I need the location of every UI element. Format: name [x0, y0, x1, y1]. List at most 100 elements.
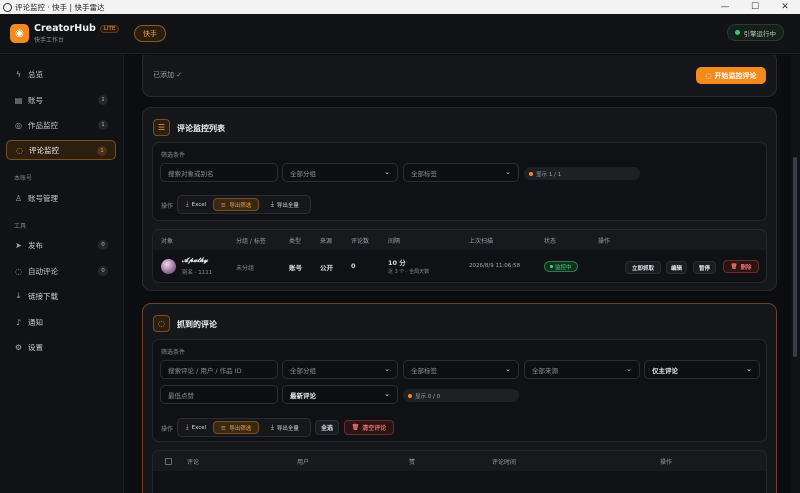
source-value: 公开 [320, 264, 333, 272]
sidebar-item-publish[interactable]: ➤ 发布 0 [6, 235, 116, 255]
filter-label: 筛选条件 [161, 152, 186, 159]
column-header: 用户 [297, 459, 310, 466]
target-name: 𝓐𝓹𝓪𝓽𝓱𝔂 [182, 256, 208, 264]
brand-name: CreatorHub [34, 23, 96, 34]
chevron-down-icon: ⌄ [384, 390, 390, 398]
comment-icon: ◌ [705, 71, 712, 80]
added-status-text: 已添加 ✓ [153, 71, 183, 79]
filter-icon: ≡ [220, 423, 227, 432]
start-monitor-button[interactable]: ◌ 开始监控评论 [696, 67, 766, 84]
user-icon: ♙ [14, 193, 23, 203]
sidebar-item-auto-comment[interactable]: ◌ 自动评论 0 [6, 261, 116, 281]
min-likes-input[interactable]: 最低点赞 [160, 385, 278, 404]
sidebar: ϟ 总览 ▤ 账号 1 ◎ 作品监控 1 ◌ 评论监控 1 本账号 ♙ 账号管理 工具 ➤ 发布 0… [0, 55, 124, 493]
count-indicator: 显示 1 / 1 [524, 167, 640, 180]
comment-count: 0 [351, 262, 356, 270]
download-icon: ⤓ [271, 200, 274, 208]
chevron-down-icon: ⌄ [505, 365, 511, 373]
dot-icon [529, 171, 533, 176]
column-header: 评论 [187, 459, 200, 466]
download-icon: ⤓ [16, 291, 21, 300]
download-icon: ⤓ [271, 423, 274, 431]
ops-label: 操作 [161, 426, 174, 433]
target-icon: ◎ [15, 120, 22, 130]
export-filtered-button[interactable]: ≡ 导出筛选 [213, 421, 259, 434]
sidebar-item-settings[interactable]: ⚙ 设置 [6, 337, 116, 357]
pause-button[interactable]: 暂停 [693, 261, 716, 274]
source-select[interactable]: 全部来源 ⌄ [524, 360, 640, 379]
fetch-now-button[interactable]: 立即抓取 [625, 261, 661, 274]
app-window-icon [3, 2, 12, 12]
type-value: 账号 [289, 264, 302, 272]
target-alias: 别名 · 1111 [182, 270, 213, 276]
select-all-checkbox[interactable] [165, 458, 172, 465]
platform-switch[interactable]: 快手 [134, 25, 166, 42]
status-badge: 监控中 [544, 261, 578, 272]
sidebar-item-notifications[interactable]: ♪ 通知 [6, 312, 116, 332]
sidebar-item-accounts[interactable]: ▤ 账号 1 [6, 90, 116, 110]
export-group: ⤓ Excel ≡ 导出筛选 ⤓ 导出全量 [177, 418, 311, 437]
monitor-search-input[interactable]: 搜索对象或别名 [160, 163, 278, 182]
window-title: 评论监控 · 快手 | 快手雷达 [15, 2, 105, 12]
send-icon: ➤ [15, 240, 22, 250]
column-header: 操作 [598, 238, 611, 245]
select-all-button[interactable]: 全选 [315, 420, 339, 435]
column-header: 评论时间 [492, 459, 517, 466]
sidebar-item-comment-monitor[interactable]: ◌ 评论监控 1 [6, 140, 116, 160]
tag-select[interactable]: 全部标签 ⌄ [403, 163, 519, 182]
main-scrollbar[interactable] [791, 55, 800, 493]
excel-button[interactable]: ⤓ Excel [181, 198, 211, 211]
edit-button[interactable]: 编辑 [666, 261, 687, 274]
sidebar-item-account-manage[interactable]: ♙ 账号管理 [6, 188, 116, 208]
scrollbar-thumb[interactable] [793, 157, 797, 357]
brand-subtitle: 快手工作台 [34, 37, 65, 44]
export-all-button[interactable]: ⤓ 导出全量 [262, 198, 308, 211]
filter-icon: ≡ [220, 200, 227, 209]
owner-select[interactable]: 仅主评论 ⌄ [644, 360, 760, 379]
chevron-down-icon: ⌄ [384, 365, 390, 373]
status-dot-icon [550, 265, 553, 268]
sort-select[interactable]: 最新评论 ⌄ [282, 385, 398, 404]
column-header: 评论数 [351, 238, 370, 245]
export-all-button[interactable]: ⤓ 导出全量 [262, 421, 308, 434]
minimize-button[interactable]: — [710, 0, 740, 14]
captured-filter-panel: 筛选条件 搜索评论 / 用户 / 作品 ID 全部分组 ⌄ 全部标签 ⌄ 全部来源 ⌄… [152, 339, 767, 442]
download-icon: ⤓ [185, 200, 189, 208]
column-header: 分组 / 标签 [236, 238, 266, 245]
add-target-card: 已添加 ✓ ◌ 开始监控评论 [142, 55, 777, 97]
comment-search-input[interactable]: 搜索评论 / 用户 / 作品 ID [160, 360, 278, 379]
interval-value: 10 分 [388, 259, 406, 267]
export-filtered-button[interactable]: ≡ 导出筛选 [213, 198, 259, 211]
column-header: 来源 [320, 238, 333, 245]
column-header: 赞 [409, 459, 416, 466]
delete-button[interactable]: 🗑 删除 [723, 260, 759, 273]
ops-label: 操作 [161, 203, 174, 210]
count-badge: 1 [98, 120, 108, 130]
sidebar-item-overview[interactable]: ϟ 总览 [6, 64, 116, 84]
count-indicator: 显示 0 / 0 [403, 389, 519, 402]
section-label-account: 本账号 [14, 175, 33, 182]
tag-select[interactable]: 全部标签 ⌄ [403, 360, 519, 379]
monitor-filter-panel: 筛选条件 搜索对象或别名 全部分组 ⌄ 全部标签 ⌄ 显示 1 / 1 操作 ⤓ Ex… [152, 142, 767, 221]
chevron-down-icon: ⌄ [626, 365, 632, 373]
close-button[interactable]: ✕ [770, 0, 800, 14]
comment-icon: ◌ [16, 145, 23, 155]
group-select[interactable]: 全部分组 ⌄ [282, 163, 398, 182]
maximize-button[interactable]: ☐ [740, 0, 770, 14]
chevron-down-icon: ⌄ [384, 168, 390, 176]
filter-label: 筛选条件 [161, 349, 186, 356]
main-content: 已添加 ✓ ◌ 开始监控评论 ☰ 评论监控列表 筛选条件 搜索对象或别名 全部分组… [125, 55, 791, 493]
chevron-down-icon: ⌄ [505, 168, 511, 176]
creatorhub-logo-icon: ◉ [10, 24, 29, 43]
sidebar-item-link-download[interactable]: ⤓ 链接下载 [6, 286, 116, 306]
table-header: 对象 分组 / 标签 类型 来源 评论数 间隔 上次扫描 状态 操作 [153, 230, 766, 250]
lite-badge: LITE [99, 25, 120, 33]
column-header: 类型 [289, 238, 302, 245]
chevron-down-icon: ⌄ [746, 365, 752, 373]
engine-status-badge: 引擎运行中 [726, 24, 784, 41]
group-select[interactable]: 全部分组 ⌄ [282, 360, 398, 379]
clear-comments-button[interactable]: 🗑 清空评论 [344, 420, 394, 435]
excel-button[interactable]: ⤓ Excel [181, 421, 211, 434]
window-titlebar: 评论监控 · 快手 | 快手雷达 — ☐ ✕ [0, 0, 800, 14]
sidebar-item-works-monitor[interactable]: ◎ 作品监控 1 [6, 115, 116, 135]
